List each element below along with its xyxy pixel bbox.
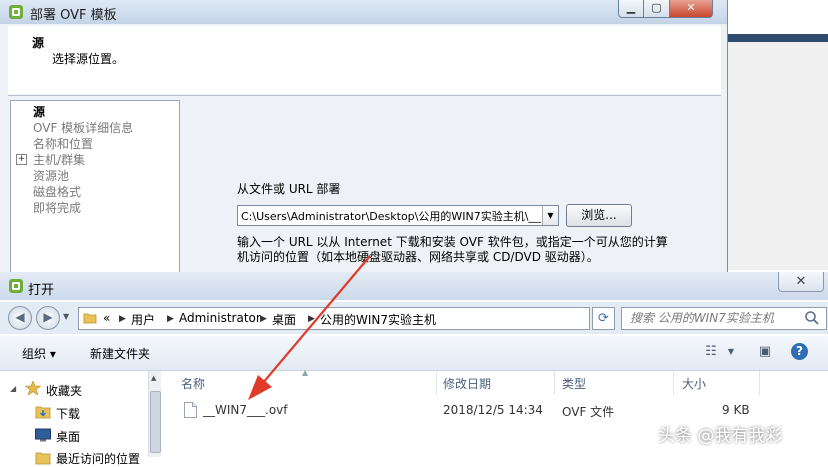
- breadcrumb-separator-icon[interactable]: ▶: [308, 314, 315, 324]
- back-arrow-icon[interactable]: ◀: [8, 306, 32, 330]
- recent-places-icon: [35, 452, 51, 465]
- folder-icon: [83, 313, 97, 324]
- step-resource-pool[interactable]: 资源池: [33, 167, 69, 184]
- close-button[interactable]: ✕: [669, 0, 713, 18]
- search-box[interactable]: [621, 307, 827, 330]
- step-host-cluster[interactable]: 主机/群集: [33, 151, 85, 168]
- dialog-title: 打开: [28, 283, 55, 298]
- desktop-icon: [35, 428, 51, 442]
- organize-button[interactable]: 组织 ▾: [22, 345, 56, 362]
- background-window: [727, 0, 828, 270]
- breadcrumb-users[interactable]: 用户: [131, 311, 155, 328]
- step-ready[interactable]: 即将完成: [33, 199, 81, 216]
- sort-ascending-icon: ▲: [302, 368, 309, 377]
- breadcrumb-folder[interactable]: 公用的WIN7实验主机: [320, 311, 436, 328]
- step-disk-format[interactable]: 磁盘格式: [33, 183, 81, 200]
- column-header-date[interactable]: 修改日期: [443, 375, 491, 392]
- sidebar-item-downloads[interactable]: 下载: [56, 405, 80, 422]
- navigation-pane: ◢ 收藏夹 下载 桌面 最近访问的位置: [0, 371, 148, 466]
- breadcrumb-desktop[interactable]: 桌面: [272, 311, 296, 328]
- vsphere-app-icon: [9, 279, 23, 293]
- forward-arrow-icon[interactable]: ▶: [36, 306, 60, 330]
- search-input[interactable]: [628, 310, 802, 326]
- step-ovf-details[interactable]: OVF 模板详细信息: [33, 119, 133, 136]
- file-date: 2018/12/5 14:34: [443, 403, 543, 417]
- search-icon[interactable]: [804, 310, 820, 326]
- background-band: [727, 34, 828, 42]
- browse-button[interactable]: 浏览...: [566, 204, 632, 227]
- step-subtitle: 选择源位置。: [52, 52, 125, 66]
- source-path-combobox[interactable]: C:\Users\Administrator\Desktop\公用的WIN7实验…: [237, 205, 559, 226]
- breadcrumb-separator-icon[interactable]: ▶: [260, 314, 267, 324]
- file-icon: [184, 402, 197, 418]
- watermark-text: 头条 @我有我彩: [658, 426, 783, 446]
- preview-pane-icon[interactable]: ▣: [756, 343, 774, 361]
- breadcrumb-administrator[interactable]: Administrator: [179, 311, 261, 325]
- deploy-from-label: 从文件或 URL 部署: [237, 182, 341, 196]
- maximize-button[interactable]: ▢: [643, 0, 670, 18]
- address-row: ◀ ▶ ▼ « ▶ 用户 ▶ Administrator ▶ 桌面 ▶ 公用的W…: [0, 302, 828, 334]
- dialog-close-button[interactable]: ✕: [778, 272, 824, 292]
- file-type: OVF 文件: [562, 405, 615, 419]
- step-source[interactable]: 源: [33, 103, 45, 120]
- file-size: 9 KB: [722, 403, 750, 417]
- sidebar-item-recent[interactable]: 最近访问的位置: [56, 450, 140, 467]
- ovf-wizard-window: 部署 OVF 模板 ▁ ▢ ✕ 源 选择源位置。 源 OVF 模板详细信息 名称…: [0, 0, 728, 272]
- dialog-titlebar[interactable]: 打开 ✕: [0, 272, 828, 300]
- column-header-size[interactable]: 大小: [682, 375, 706, 392]
- expand-icon[interactable]: +: [16, 154, 27, 165]
- view-options-icon[interactable]: ☷: [702, 343, 720, 361]
- column-separator[interactable]: [673, 371, 674, 395]
- chevron-down-icon[interactable]: ▼: [722, 343, 740, 361]
- column-header-type[interactable]: 类型: [562, 375, 586, 392]
- column-separator[interactable]: [759, 371, 760, 395]
- new-folder-button[interactable]: 新建文件夹: [90, 345, 150, 362]
- column-separator[interactable]: [436, 371, 437, 395]
- dialog-toolbar: 组织 ▾ 新建文件夹 ☷ ▼ ▣ ?: [0, 336, 828, 371]
- step-name-location[interactable]: 名称和位置: [33, 135, 93, 152]
- wizard-title: 部署 OVF 模板: [30, 8, 117, 23]
- chevron-down-icon[interactable]: ▼: [542, 206, 558, 225]
- breadcrumb-separator-icon[interactable]: ▶: [167, 314, 174, 324]
- downloads-folder-icon: [35, 406, 51, 419]
- header-divider: [8, 95, 721, 96]
- help-icon[interactable]: ?: [791, 343, 808, 360]
- column-separator[interactable]: [554, 371, 555, 395]
- column-header-name[interactable]: 名称: [181, 375, 205, 392]
- source-path-value[interactable]: C:\Users\Administrator\Desktop\公用的WIN7实验…: [241, 208, 541, 224]
- sidebar-item-favorites[interactable]: 收藏夹: [46, 382, 82, 399]
- navigation-scrollbar[interactable]: ▲: [148, 371, 161, 457]
- background-panel: [727, 42, 828, 270]
- address-bar[interactable]: « ▶ 用户 ▶ Administrator ▶ 桌面 ▶ 公用的WIN7实验主…: [78, 307, 657, 330]
- vsphere-app-icon: [9, 5, 23, 19]
- wizard-steps-nav: 源 OVF 模板详细信息 名称和位置 + 主机/群集 资源池 磁盘格式 即将完成: [10, 100, 180, 272]
- history-chevron-icon[interactable]: ▼: [63, 312, 69, 321]
- table-row[interactable]: __WIN7___.ovf 2018/12/5 14:34 OVF 文件 9 K…: [161, 399, 828, 421]
- collapse-chevron-icon[interactable]: ◢: [10, 384, 16, 393]
- scrollbar-thumb[interactable]: [150, 391, 161, 453]
- minimize-button[interactable]: ▁: [618, 0, 644, 18]
- wizard-titlebar[interactable]: 部署 OVF 模板 ▁ ▢ ✕: [0, 0, 727, 24]
- step-title: 源: [32, 36, 45, 50]
- refresh-icon[interactable]: ⟳: [592, 307, 615, 330]
- sidebar-item-desktop[interactable]: 桌面: [56, 428, 80, 445]
- star-icon: [25, 381, 41, 395]
- scroll-up-icon[interactable]: ▲: [151, 374, 156, 382]
- source-description: 输入一个 URL 以从 Internet 下载和安装 OVF 软件包，或指定一个…: [237, 235, 668, 264]
- breadcrumb-separator-icon[interactable]: ▶: [119, 314, 126, 324]
- breadcrumb-overflow[interactable]: «: [103, 311, 110, 325]
- wizard-content: 从文件或 URL 部署 C:\Users\Administrator\Deskt…: [180, 100, 721, 272]
- wizard-header: 源 选择源位置。: [8, 26, 721, 94]
- file-name[interactable]: __WIN7___.ovf: [203, 403, 288, 417]
